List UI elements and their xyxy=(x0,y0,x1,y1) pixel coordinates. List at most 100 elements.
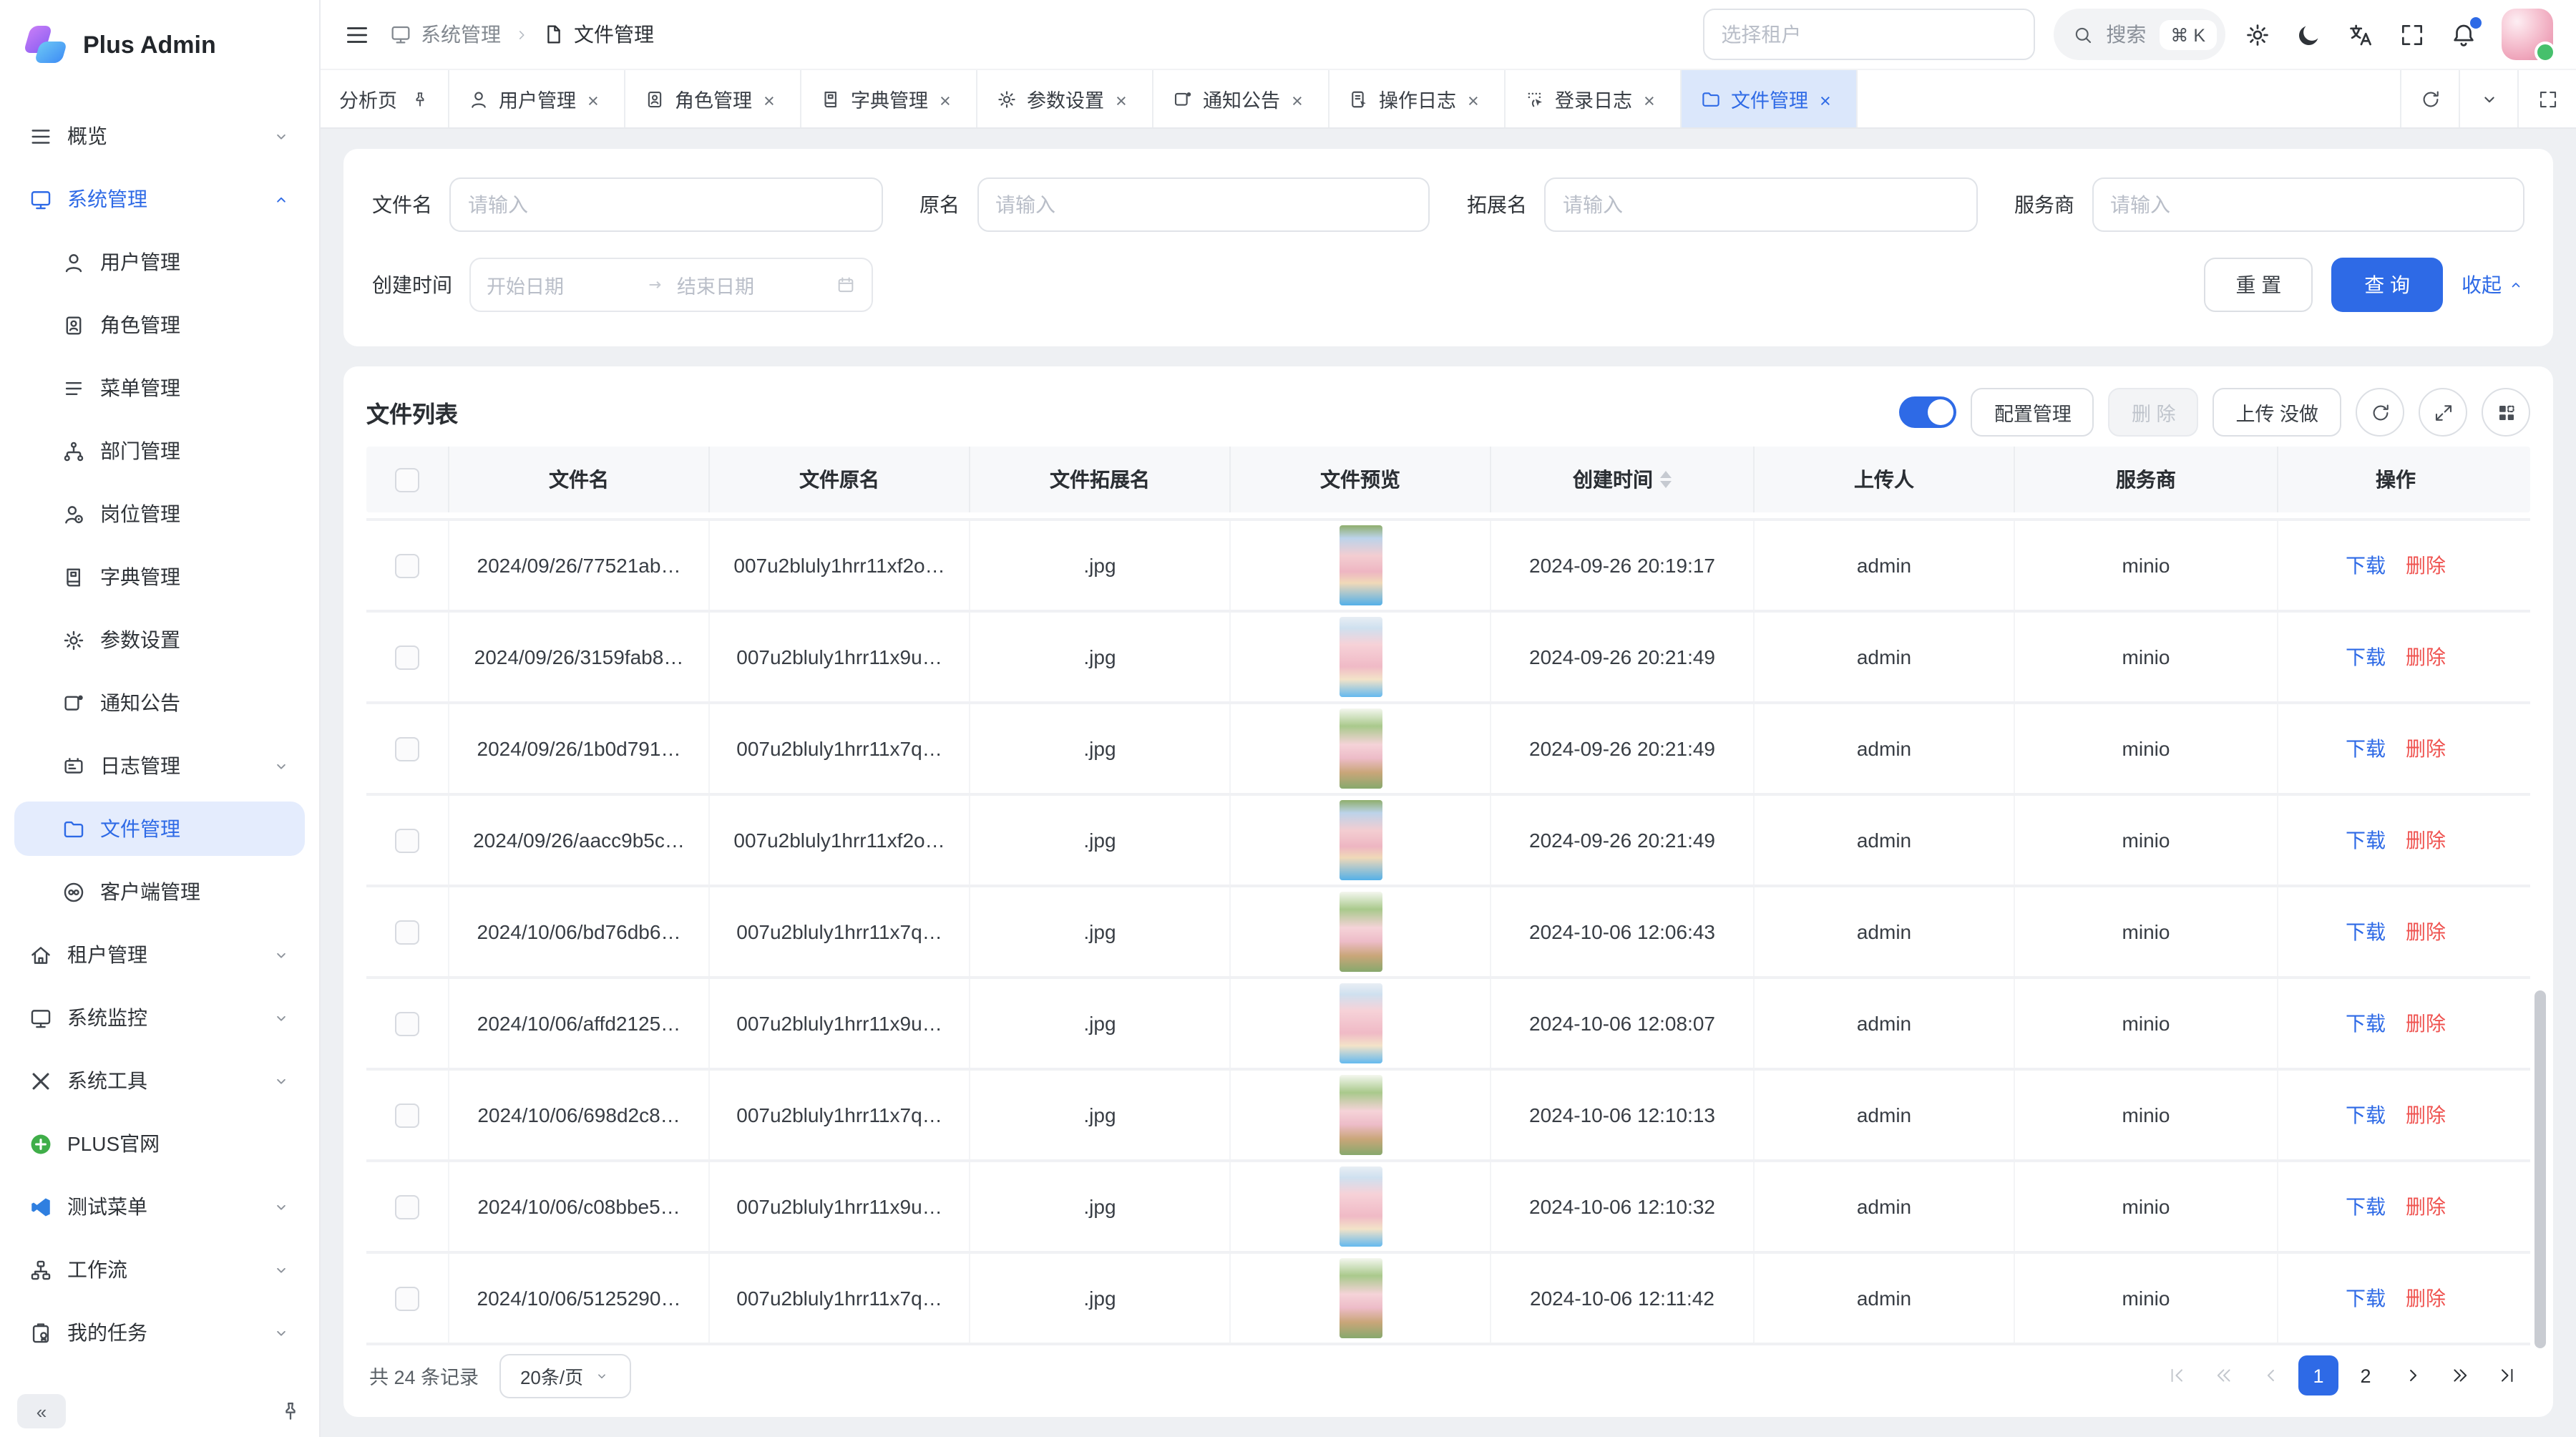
row-checkbox[interactable] xyxy=(395,736,419,761)
preview-image[interactable] xyxy=(1339,708,1382,789)
sidebar-item[interactable]: 字典管理 xyxy=(14,550,305,604)
sidebar-item[interactable]: 概览 xyxy=(14,109,305,163)
page-number-button[interactable]: 1 xyxy=(2298,1355,2338,1395)
row-checkbox[interactable] xyxy=(395,1286,419,1310)
delete-link[interactable]: 删除 xyxy=(2406,826,2446,854)
upload-button[interactable]: 上传 没做 xyxy=(2212,388,2341,437)
sidebar-item[interactable]: PLUS官网 xyxy=(14,1116,305,1171)
row-checkbox[interactable] xyxy=(395,1194,419,1219)
sidebar-item[interactable]: 我的任务 xyxy=(14,1305,305,1360)
tab-close-icon[interactable]: × xyxy=(763,90,781,107)
column-header[interactable]: 文件名 xyxy=(449,447,710,512)
table-scrollbar-thumb[interactable] xyxy=(2534,990,2546,1348)
page-tab[interactable]: 字典管理 × xyxy=(801,70,977,127)
delete-link[interactable]: 删除 xyxy=(2406,643,2446,671)
table-fullscreen-button[interactable] xyxy=(2419,388,2467,437)
date-range-picker[interactable]: 开始日期 结束日期 xyxy=(469,258,873,312)
sidebar-item[interactable]: 用户管理 xyxy=(14,235,305,289)
sidebar-item[interactable]: 日志管理 xyxy=(14,739,305,793)
search-panel-toggle[interactable] xyxy=(1900,396,1957,428)
column-header[interactable]: 上传人 xyxy=(1755,447,2015,512)
select-all-checkbox[interactable] xyxy=(395,467,419,492)
dark-mode-moon-icon[interactable] xyxy=(2296,21,2323,48)
delete-link[interactable]: 删除 xyxy=(2406,551,2446,580)
tenant-select-input[interactable] xyxy=(1702,9,2034,60)
page-tab[interactable]: 操作日志 × xyxy=(1329,70,1505,127)
sidebar-item[interactable]: 通知公告 xyxy=(14,676,305,730)
global-search[interactable]: 搜索 ⌘ K xyxy=(2053,9,2225,60)
pager-nav-button[interactable] xyxy=(2487,1355,2527,1395)
row-checkbox[interactable] xyxy=(395,828,419,852)
delete-button[interactable]: 删 除 xyxy=(2109,388,2199,437)
preview-image[interactable] xyxy=(1339,525,1382,605)
pager-nav-button[interactable] xyxy=(2251,1355,2291,1395)
preview-image[interactable] xyxy=(1339,1258,1382,1338)
tab-pin-icon[interactable] xyxy=(410,89,429,108)
download-link[interactable]: 下载 xyxy=(2346,1192,2386,1221)
tenant-select[interactable] xyxy=(1702,9,2034,60)
page-tab[interactable]: 分析页 × xyxy=(321,70,449,127)
tab-close-icon[interactable]: × xyxy=(1292,90,1309,107)
row-checkbox[interactable] xyxy=(395,920,419,944)
tab-close-icon[interactable]: × xyxy=(1468,90,1485,107)
config-manage-button[interactable]: 配置管理 xyxy=(1971,388,2094,437)
sidebar-item[interactable]: 菜单管理 xyxy=(14,361,305,415)
page-tab[interactable]: 角色管理 × xyxy=(625,70,801,127)
sidebar-collapse-button[interactable]: « xyxy=(17,1394,66,1428)
filter-input[interactable] xyxy=(1544,177,1977,232)
filter-input[interactable] xyxy=(977,177,1430,232)
settings-gear-icon[interactable] xyxy=(2244,21,2271,48)
row-checkbox[interactable] xyxy=(395,1103,419,1127)
column-header[interactable]: 操作 xyxy=(2278,447,2513,512)
tab-close-icon[interactable]: × xyxy=(1644,90,1661,107)
preview-image[interactable] xyxy=(1339,1075,1382,1155)
query-button[interactable]: 查 询 xyxy=(2331,258,2443,312)
page-tab[interactable]: 文件管理 × xyxy=(1681,70,1857,127)
sidebar-item[interactable]: 测试菜单 xyxy=(14,1179,305,1234)
page-tab[interactable]: 参数设置 × xyxy=(977,70,1153,127)
delete-link[interactable]: 删除 xyxy=(2406,917,2446,946)
column-header[interactable]: 文件预览 xyxy=(1231,447,1491,512)
filter-input[interactable] xyxy=(449,177,882,232)
sidebar-item[interactable]: 工作流 xyxy=(14,1242,305,1297)
preview-image[interactable] xyxy=(1339,617,1382,697)
delete-link[interactable]: 删除 xyxy=(2406,1101,2446,1129)
download-link[interactable]: 下载 xyxy=(2346,643,2386,671)
download-link[interactable]: 下载 xyxy=(2346,551,2386,580)
page-number-button[interactable]: 2 xyxy=(2346,1355,2386,1395)
breadcrumb-item-files[interactable]: 文件管理 xyxy=(542,20,654,49)
page-size-select[interactable]: 20条/页 xyxy=(499,1353,630,1398)
pager-nav-button[interactable] xyxy=(2393,1355,2433,1395)
pager-nav-button[interactable] xyxy=(2157,1355,2197,1395)
tab-refresh-button[interactable] xyxy=(2400,70,2459,127)
download-link[interactable]: 下载 xyxy=(2346,1284,2386,1312)
sidebar-item[interactable]: 客户端管理 xyxy=(14,864,305,919)
download-link[interactable]: 下载 xyxy=(2346,826,2386,854)
delete-link[interactable]: 删除 xyxy=(2406,1284,2446,1312)
reset-button[interactable]: 重 置 xyxy=(2204,258,2313,312)
user-avatar[interactable] xyxy=(2502,9,2553,60)
page-tab[interactable]: 用户管理 × xyxy=(449,70,625,127)
preview-image[interactable] xyxy=(1339,800,1382,880)
row-checkbox[interactable] xyxy=(395,553,419,578)
preview-image[interactable] xyxy=(1339,1166,1382,1247)
row-checkbox[interactable] xyxy=(395,1011,419,1036)
column-header[interactable]: 文件原名 xyxy=(710,447,970,512)
pin-sidebar-icon[interactable] xyxy=(279,1400,302,1423)
sidebar-item[interactable]: 部门管理 xyxy=(14,424,305,478)
download-link[interactable]: 下载 xyxy=(2346,1009,2386,1038)
preview-image[interactable] xyxy=(1339,892,1382,972)
tab-close-icon[interactable]: × xyxy=(587,90,605,107)
content-fullscreen-button[interactable] xyxy=(2517,70,2576,127)
download-link[interactable]: 下载 xyxy=(2346,917,2386,946)
preview-image[interactable] xyxy=(1339,983,1382,1063)
sidebar-item[interactable]: 系统管理 xyxy=(14,172,305,226)
fullscreen-icon[interactable] xyxy=(2399,21,2426,48)
sidebar-item[interactable]: 岗位管理 xyxy=(14,487,305,541)
sort-icon[interactable] xyxy=(1660,471,1672,488)
table-refresh-button[interactable] xyxy=(2356,388,2404,437)
hamburger-menu-icon[interactable] xyxy=(343,21,371,48)
delete-link[interactable]: 删除 xyxy=(2406,1192,2446,1221)
language-translate-icon[interactable] xyxy=(2347,21,2374,48)
column-header[interactable]: 文件拓展名 xyxy=(970,447,1231,512)
